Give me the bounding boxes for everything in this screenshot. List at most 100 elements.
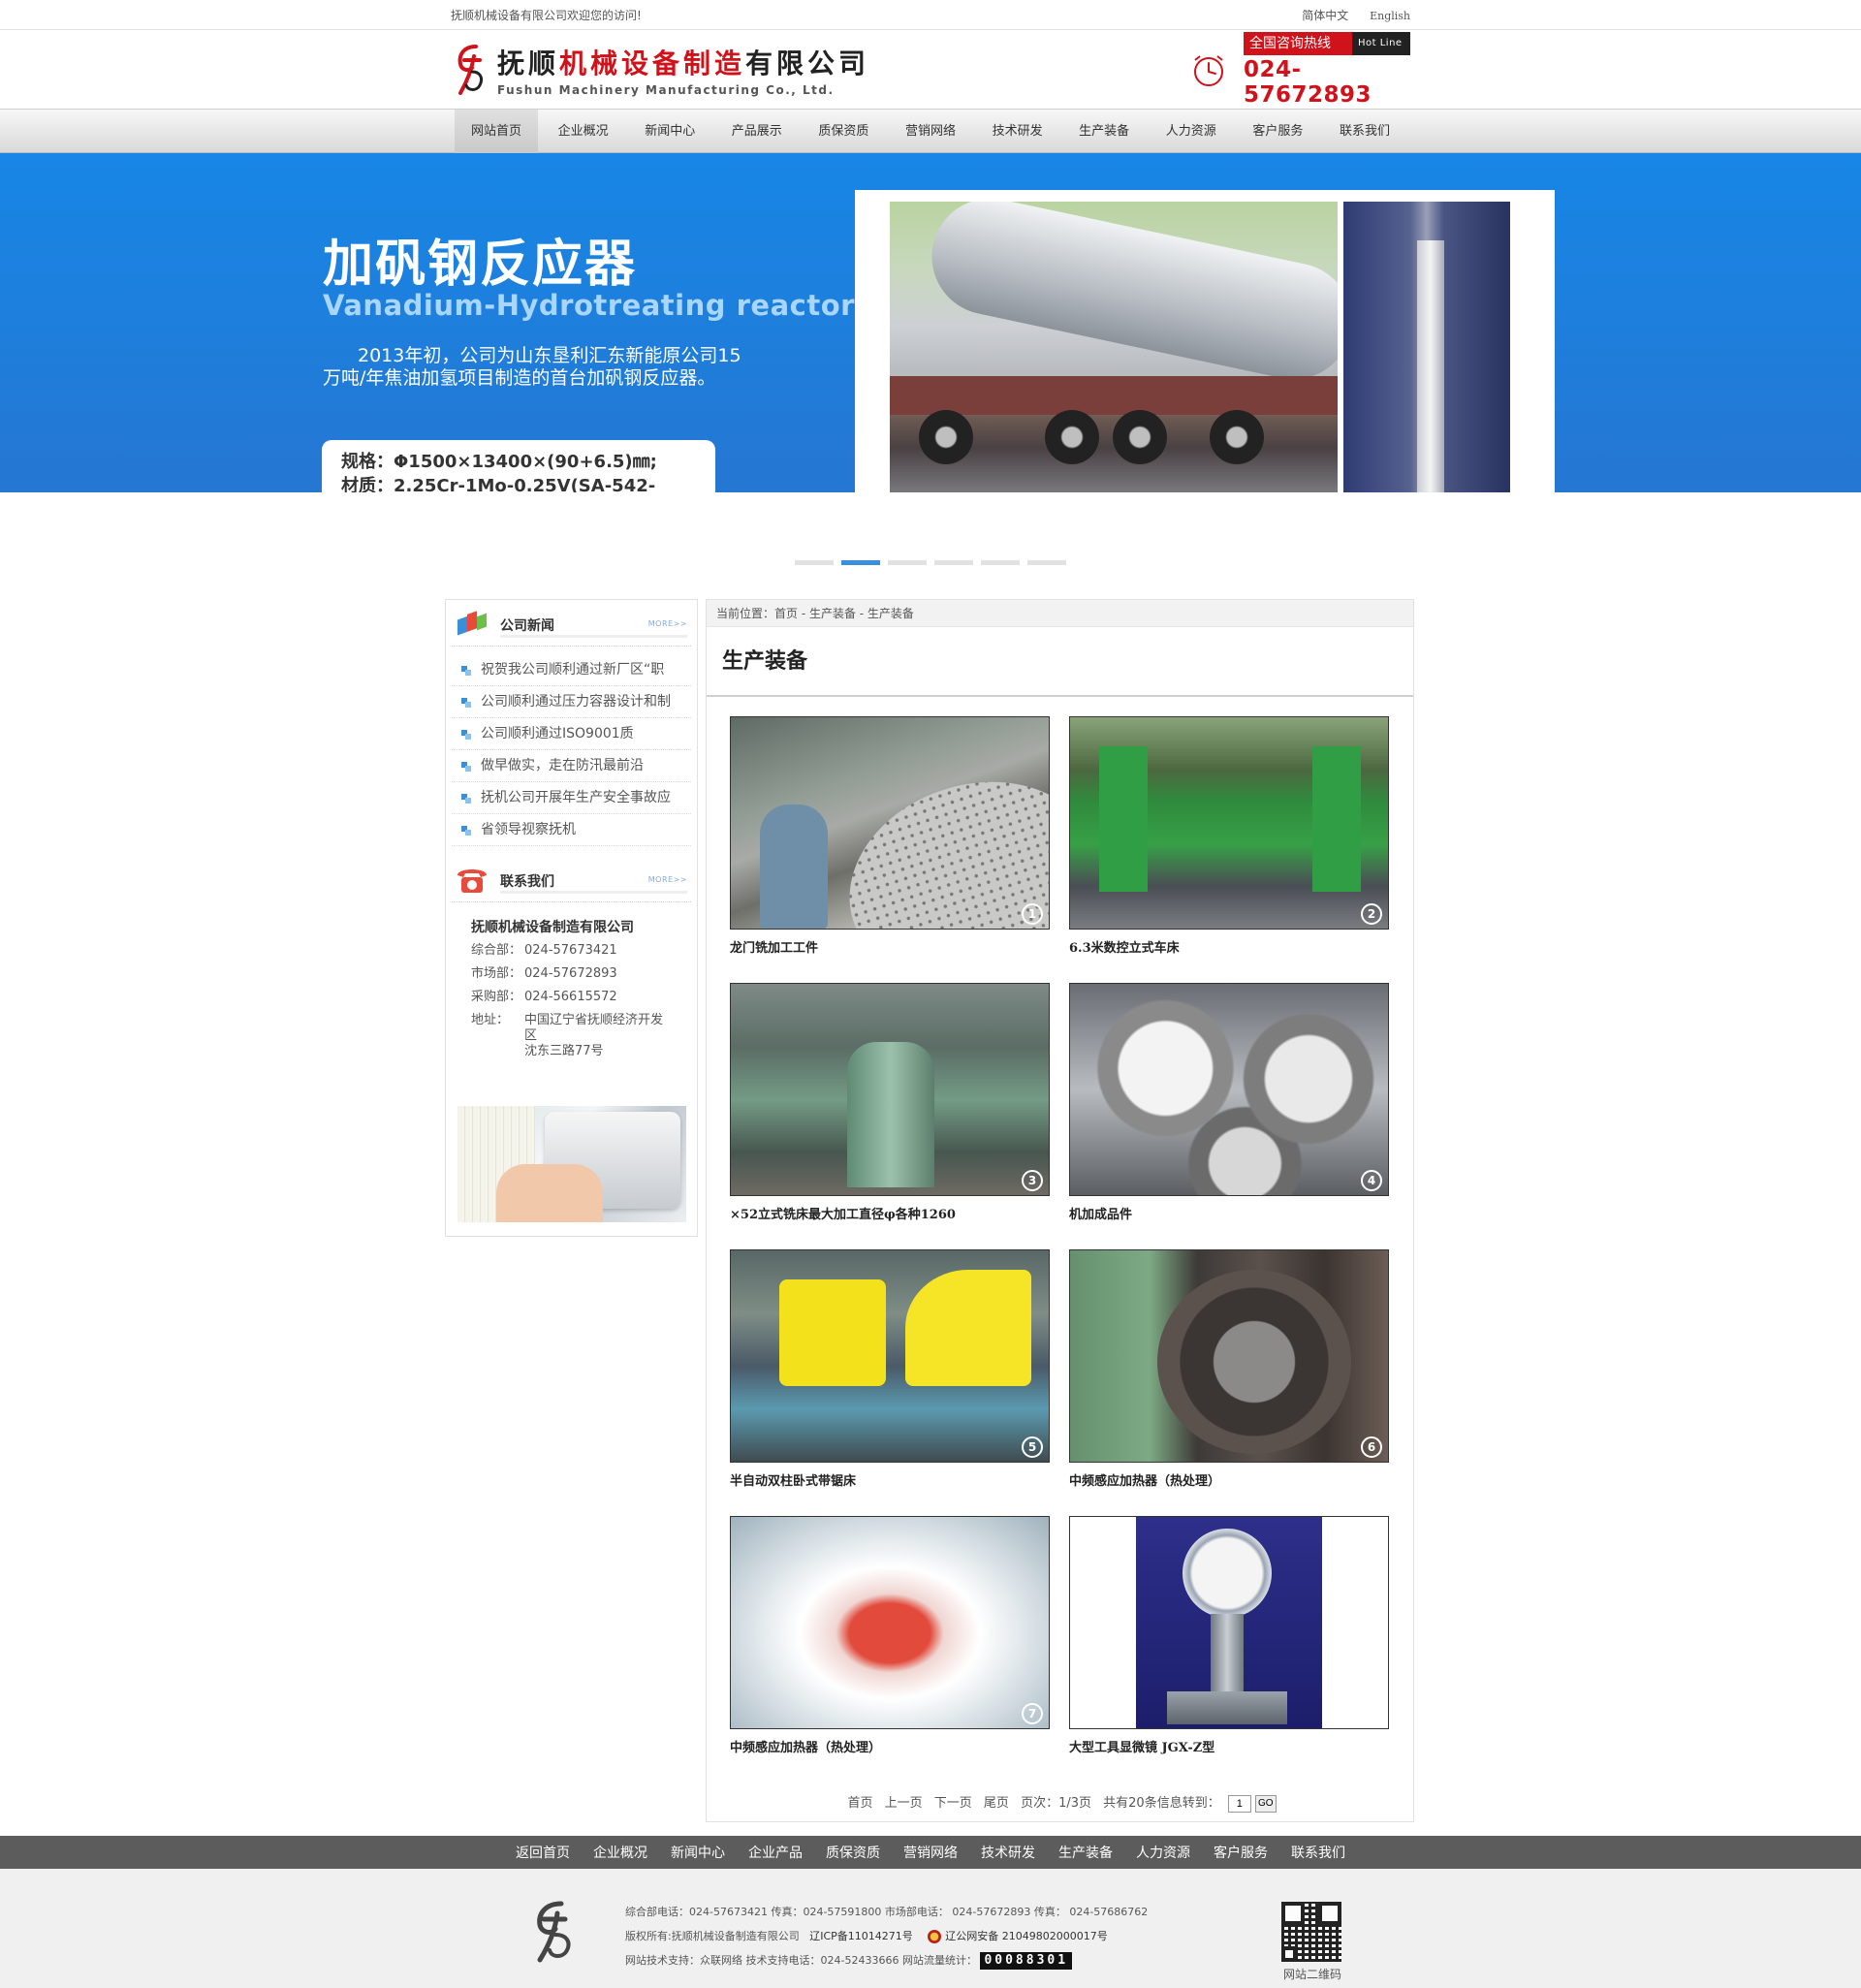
nav-item[interactable]: 新闻中心 xyxy=(628,110,711,153)
news-item-title: 祝贺我公司顺利通过新厂区“职 xyxy=(481,662,665,678)
news-item-title: 省领导视察抚机 xyxy=(481,822,576,837)
nav-item[interactable]: 企业概况 xyxy=(542,110,625,153)
product-grid: 1 龙门铣加工工件 2 6.3米数控立式车床 3 ×52立式铣床最大加工直径φ各种1260… xyxy=(730,716,1399,1783)
contact-value: 024-57673421 xyxy=(524,943,617,958)
footer-nav-item[interactable]: 客户服务 xyxy=(1214,1843,1268,1862)
footer-nav-item[interactable]: 新闻中心 xyxy=(671,1843,725,1862)
product-caption[interactable]: 大型工具显微镜 JGX-Z型 xyxy=(1069,1737,1389,1755)
footer-nav-item[interactable]: 质保资质 xyxy=(826,1843,880,1862)
site-logo[interactable]: 抚顺机械设备制造有限公司 Fushun Machinery Manufactur… xyxy=(451,43,869,97)
product-image[interactable]: 4 xyxy=(1069,983,1389,1196)
hero-banner[interactable]: 加矾钢反应器 Vanadium-Hydrotreating reactor 20… xyxy=(0,153,1861,492)
pager-jump-input[interactable] xyxy=(1227,1794,1251,1813)
news-item[interactable]: 抚机公司开展年生产安全事故应 xyxy=(452,782,691,814)
pager-last[interactable]: 尾页 xyxy=(984,1796,1009,1811)
banner-dot[interactable] xyxy=(981,560,1020,565)
pager-next[interactable]: 下一页 xyxy=(934,1796,972,1811)
hotline: 全国咨询热线 Hot Line 024-57672893 xyxy=(1189,31,1410,108)
news-more-link[interactable]: MORE>> xyxy=(648,619,687,628)
nav-item[interactable]: 人力资源 xyxy=(1150,110,1233,153)
product-image[interactable]: 1 xyxy=(730,716,1050,930)
nav-item[interactable]: 网站首页 xyxy=(455,110,539,153)
footer-nav-item[interactable]: 生产装备 xyxy=(1058,1843,1113,1862)
footer-nav-item[interactable]: 人力资源 xyxy=(1136,1843,1190,1862)
product-image[interactable]: 2 xyxy=(1069,716,1389,930)
footer-nav-item[interactable]: 返回首页 xyxy=(516,1843,570,1862)
pager-prev[interactable]: 上一页 xyxy=(885,1796,923,1811)
footer-logo-icon xyxy=(537,1901,571,1963)
pager-total: 共有20条信息转到： xyxy=(1103,1796,1220,1811)
product-card[interactable]: 4 机加成品件 xyxy=(1069,983,1389,1249)
news-item[interactable]: 公司顺利通过压力容器设计和制 xyxy=(452,686,691,718)
news-item[interactable]: 做早做实，走在防汛最前沿 xyxy=(452,750,691,782)
banner-dot[interactable] xyxy=(841,560,880,565)
nav-item[interactable]: 营销网络 xyxy=(889,110,972,153)
footer-nav-item[interactable]: 营销网络 xyxy=(903,1843,958,1862)
logo-chinese-name: 抚顺机械设备制造有限公司 xyxy=(497,47,870,79)
bullet-icon xyxy=(461,698,471,708)
lang-english-link[interactable]: English xyxy=(1370,10,1410,22)
product-image[interactable]: 7 xyxy=(730,1516,1050,1729)
nav-item[interactable]: 产品展示 xyxy=(715,110,799,153)
product-image[interactable]: 3 xyxy=(730,983,1050,1196)
footer-nav: 返回首页 企业概况 新闻中心 企业产品 质保资质 营销网络 技术研发 生产装备 人力资源 客户服务… xyxy=(0,1836,1861,1869)
bullet-icon xyxy=(461,666,471,676)
footer-nav-item[interactable]: 企业产品 xyxy=(748,1843,803,1862)
product-image[interactable]: 6 xyxy=(1069,1249,1389,1463)
sidebar: 公司新闻 MORE>> 祝贺我公司顺利通过新厂区“职 公司顺利通过压力容器设计和制… xyxy=(445,599,698,1237)
product-card[interactable]: 8 大型工具显微镜 JGX-Z型 xyxy=(1069,1516,1389,1783)
news-panel-title: 公司新闻 xyxy=(500,618,554,634)
nav-item[interactable]: 客户服务 xyxy=(1236,110,1319,153)
product-card[interactable]: 5 半自动双柱卧式带锯床 xyxy=(730,1249,1050,1516)
pager-go-button[interactable]: GO xyxy=(1254,1794,1277,1813)
news-item[interactable]: 祝贺我公司顺利通过新厂区“职 xyxy=(452,654,691,686)
product-caption[interactable]: ×52立式铣床最大加工直径φ各种1260 xyxy=(730,1204,1050,1222)
banner-spec-line: 规格：Φ1500×13400×(90+6.5)㎜; xyxy=(341,452,657,472)
contact-more-link[interactable]: MORE>> xyxy=(648,875,687,884)
product-card[interactable]: 6 中频感应加热器（热处理） xyxy=(1069,1249,1389,1516)
product-image[interactable]: 8 xyxy=(1069,1516,1389,1729)
product-card[interactable]: 1 龙门铣加工工件 xyxy=(730,716,1050,983)
news-item[interactable]: 省领导视察抚机 xyxy=(452,814,691,846)
bullet-icon xyxy=(461,794,471,804)
top-bar: 抚顺机械设备有限公司欢迎您的访问! 简体中文 English xyxy=(0,0,1861,30)
product-caption[interactable]: 中频感应加热器（热处理） xyxy=(730,1737,1050,1755)
footer-nav-item[interactable]: 技术研发 xyxy=(981,1843,1035,1862)
news-item[interactable]: 公司顺利通过ISO9001质 xyxy=(452,718,691,750)
product-caption[interactable]: 机加成品件 xyxy=(1069,1204,1389,1222)
news-list: 祝贺我公司顺利通过新厂区“职 公司顺利通过压力容器设计和制公司顺利通过ISO900… xyxy=(452,654,691,846)
news-item-title: 公司顺利通过压力容器设计和制 xyxy=(481,694,671,710)
nav-item[interactable]: 联系我们 xyxy=(1323,110,1406,153)
banner-dot[interactable] xyxy=(795,560,834,565)
banner-dot[interactable] xyxy=(1027,560,1066,565)
product-card[interactable]: 7 中频感应加热器（热处理） xyxy=(730,1516,1050,1783)
product-number-badge: 2 xyxy=(1361,903,1382,925)
clock-icon xyxy=(1194,54,1223,86)
site-footer: 综合部电话：024-57673421 传真：024-57591800 市场部电话… xyxy=(0,1869,1861,1988)
product-caption[interactable]: 中频感应加热器（热处理） xyxy=(1069,1470,1389,1489)
footer-nav-item[interactable]: 企业概况 xyxy=(593,1843,647,1862)
banner-subtitle: Vanadium-Hydrotreating reactor xyxy=(323,289,855,322)
product-card[interactable]: 3 ×52立式铣床最大加工直径φ各种1260 xyxy=(730,983,1050,1249)
lang-chinese-link[interactable]: 简体中文 xyxy=(1302,9,1348,22)
nav-item[interactable]: 技术研发 xyxy=(976,110,1059,153)
footer-icp-link[interactable]: 辽ICP备11014271号 xyxy=(809,1930,913,1942)
product-caption[interactable]: 半自动双柱卧式带锯床 xyxy=(730,1470,1050,1489)
police-badge-icon xyxy=(928,1930,942,1943)
footer-police-record[interactable]: 辽公网安备 21049802000017号 xyxy=(945,1930,1107,1942)
banner-pagination xyxy=(795,560,1074,565)
product-caption[interactable]: 6.3米数控立式车床 xyxy=(1069,937,1389,956)
footer-nav-item[interactable]: 联系我们 xyxy=(1291,1843,1345,1862)
nav-item[interactable]: 质保资质 xyxy=(802,110,885,153)
product-caption[interactable]: 龙门铣加工工件 xyxy=(730,937,1050,956)
telephone-icon xyxy=(457,869,487,893)
banner-spec-line: 材质：2.25Cr-1Mo-0.25V(SA-542-D.Cl.4a) xyxy=(341,476,656,492)
product-card[interactable]: 2 6.3米数控立式车床 xyxy=(1069,716,1389,983)
contact-label: 市场部： xyxy=(471,966,522,981)
banner-dot[interactable] xyxy=(934,560,973,565)
nav-item[interactable]: 生产装备 xyxy=(1062,110,1146,153)
product-image[interactable]: 5 xyxy=(730,1249,1050,1463)
banner-dot[interactable] xyxy=(888,560,927,565)
contact-label: 综合部： xyxy=(471,943,522,958)
pager-first[interactable]: 首页 xyxy=(847,1796,872,1811)
